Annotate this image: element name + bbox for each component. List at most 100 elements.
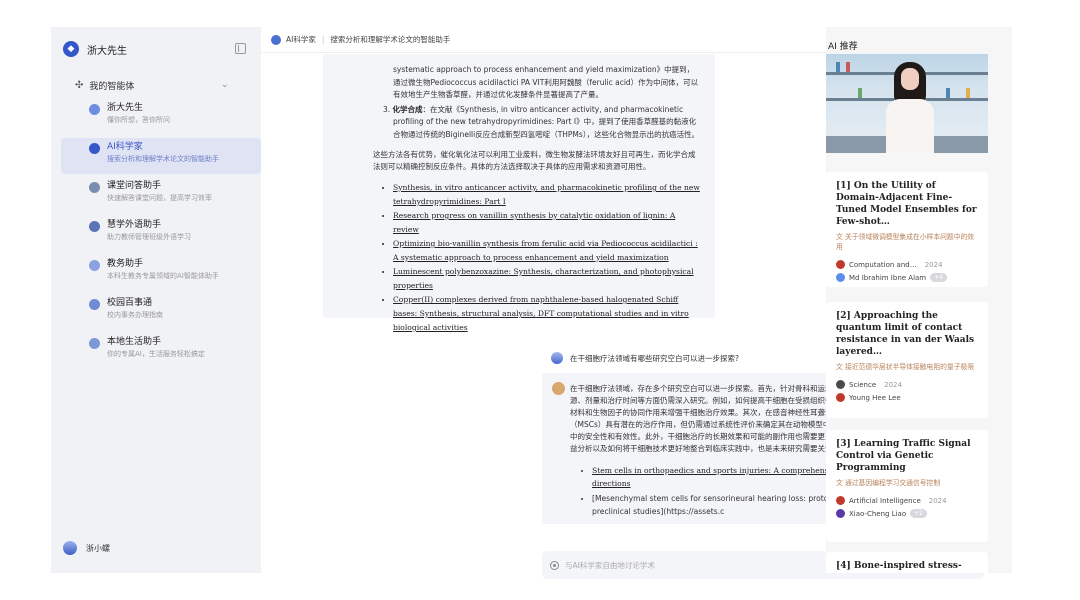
agent-subtitle: 你的专属AI，生活服务轻松搞定 <box>107 350 205 358</box>
translate-icon: 文 <box>836 233 843 241</box>
agent-subtitle: 懂你所想，答你所问 <box>107 116 170 124</box>
agent-title: AI科学家 <box>107 142 143 152</box>
assistant-avatar <box>552 382 565 395</box>
reference-list: Synthesis, in vitro anticancer activity,… <box>323 181 701 335</box>
section-my-agents[interactable]: ✣ 我的智能体 ⌄ <box>51 74 261 96</box>
more-authors-badge[interactable]: +4 <box>930 273 947 282</box>
venue-icon <box>836 496 845 505</box>
translate-icon: 文 <box>836 479 843 487</box>
paper-venue: Science 2024 <box>836 380 978 389</box>
sidebar-item-agent[interactable]: 课堂问答助手快速解答课堂问题，提高学习效率 <box>61 177 261 213</box>
agent-icon <box>89 182 100 193</box>
agent-subtitle: 快速解答课堂问题，提高学习效率 <box>107 194 212 202</box>
paper-summary: 文 关于领域微调模型集成在小样本问题中的效用 <box>836 233 975 251</box>
answer-bubble-1: systematic approach to process enhanceme… <box>323 54 715 332</box>
breadcrumb-agent[interactable]: AI科学家 <box>286 34 316 45</box>
agent-subtitle: 校内事务办理指南 <box>107 311 163 319</box>
author-icon <box>836 509 845 518</box>
brand-logo-icon: ◆ <box>63 41 79 57</box>
agent-subtitle: 本科生教务专属领域的AI智能体助手 <box>107 272 219 280</box>
agent-title: 教务助手 <box>107 259 144 269</box>
agent-list: 浙大先生 懂你所想，答你所问 AI科学家 搜索分析和理解学术论文的智能助手 课堂问答助手… <box>51 99 261 369</box>
agent-title: 本地生活助手 <box>107 337 162 347</box>
reference-list-2: Stem cells in orthopaedics and sports in… <box>570 464 826 518</box>
paper-title[interactable]: [1] On the Utility of Domain-Adjacent Fi… <box>836 180 978 228</box>
paper-venue: Computation and… 2024 <box>836 260 978 269</box>
user-profile[interactable]: 浙小螺 <box>63 541 110 555</box>
method-item: systematic approach to process enhanceme… <box>393 65 699 99</box>
paper-card[interactable]: [4] Bone-inspired stress- <box>826 552 988 573</box>
reference-link[interactable]: Synthesis, in vitro anticancer activity,… <box>393 183 700 206</box>
sidebar-item-agent[interactable]: 本地生活助手你的专属AI，生活服务轻松搞定 <box>61 333 261 369</box>
paper-title[interactable]: [3] Learning Traffic Signal Control via … <box>836 438 978 474</box>
paper-title[interactable]: [4] Bone-inspired stress- <box>836 560 978 572</box>
paper-author: Young Hee Lee <box>836 393 978 402</box>
paper-author: Xiao-Cheng Liao +2 <box>836 509 978 518</box>
user-question: 在干细胞疗法领域有哪些研究空白可以进一步探索? <box>551 352 739 364</box>
more-authors-badge[interactable]: +2 <box>910 509 927 518</box>
agent-icon <box>89 221 100 232</box>
reference-link[interactable]: [Mesenchymal stem cells for sensorineura… <box>592 494 826 516</box>
paper-card[interactable]: [2] Approaching the quantum limit of con… <box>826 302 988 418</box>
agent-icon <box>89 143 100 154</box>
chat-scroll-area[interactable]: systematic approach to process enhanceme… <box>261 54 826 524</box>
breadcrumb-separator: | <box>321 35 325 44</box>
translate-icon: 文 <box>836 363 843 371</box>
paper-card[interactable]: [1] On the Utility of Domain-Adjacent Fi… <box>826 172 988 287</box>
author-icon <box>836 393 845 402</box>
paper-venue: Artificial Intelligence 2024 <box>836 496 978 505</box>
summary-text: 这些方法各有优势，催化氧化法可以利用工业废料，微生物发酵法环境友好且可再生，而化… <box>373 150 696 171</box>
reference-item: [Mesenchymal stem cells for sensorineura… <box>592 492 826 518</box>
agent-subtitle: 助力教师管理班级外语学习 <box>107 233 191 241</box>
paper-card[interactable]: [3] Learning Traffic Signal Control via … <box>826 430 988 542</box>
avatar <box>63 541 77 555</box>
user-avatar <box>551 352 563 364</box>
reference-item: Luminescent polybenzoxazine: Synthesis, … <box>393 265 701 293</box>
collapse-sidebar-icon[interactable] <box>235 43 246 54</box>
reference-item: Research progress on vanillin synthesis … <box>393 209 701 237</box>
sidebar-item-agent[interactable]: 校园百事通校内事务办理指南 <box>61 294 261 330</box>
paper-summary: 文 接近范德华层状半导体接触电阻的量子极限 <box>836 363 975 371</box>
chevron-down-icon[interactable]: ⌄ <box>221 80 229 90</box>
sidebar-item-agent[interactable]: 浙大先生懂你所想，答你所问 <box>61 99 261 135</box>
agent-title: 慧学外语助手 <box>107 220 162 230</box>
agent-icon <box>89 338 100 349</box>
paper-summary: 文 通过基因编程学习交通信号控制 <box>836 479 941 487</box>
section-label: 我的智能体 <box>89 81 135 92</box>
user-name: 浙小螺 <box>86 543 110 553</box>
agent-title: 浙大先生 <box>107 103 144 113</box>
sidebar-item-agent[interactable]: 教务助手本科生教务专属领域的AI智能体助手 <box>61 255 261 291</box>
sidebar-item-agent[interactable]: 慧学外语助手助力教师管理班级外语学习 <box>61 216 261 252</box>
reference-item: Synthesis, in vitro anticancer activity,… <box>393 181 701 209</box>
brand-header: ◆ 浙大先生 <box>51 27 261 71</box>
paper-title[interactable]: [2] Approaching the quantum limit of con… <box>836 310 978 358</box>
question-text: 在干细胞疗法领域有哪些研究空白可以进一步探索? <box>570 353 739 363</box>
reference-item: Optimizing bio-vanillin synthesis from f… <box>393 237 701 265</box>
answer-text: 在干细胞疗法领域，存在多个研究空白可以进一步探索。首先，针对骨科和运动损伤，干细… <box>570 384 826 453</box>
reference-link[interactable]: Research progress on vanillin synthesis … <box>393 211 675 234</box>
method-list: systematic approach to process enhanceme… <box>323 64 701 141</box>
reference-link[interactable]: Copper(II) complexes derived from naphth… <box>393 295 689 332</box>
agent-subtitle: 搜索分析和理解学术论文的智能助手 <box>107 155 219 163</box>
reference-link[interactable]: Luminescent polybenzoxazine: Synthesis, … <box>393 267 694 290</box>
breadcrumb: AI科学家 | 搜索分析和理解学术论文的智能助手 <box>261 27 826 53</box>
method-item: 3. 化学合成：在文献《Synthesis, in vitro anticanc… <box>383 104 700 139</box>
video-thumbnail[interactable] <box>826 54 988 153</box>
agent-title: 课堂问答助手 <box>107 181 162 191</box>
agent-icon <box>89 260 100 271</box>
answer-bubble-2: 在干细胞疗法领域，存在多个研究空白可以进一步探索。首先，针对骨科和运动损伤，干细… <box>542 373 826 524</box>
reference-link[interactable]: Optimizing bio-vanillin synthesis from f… <box>393 239 698 262</box>
author-icon <box>836 273 845 282</box>
venue-icon <box>836 380 845 389</box>
venue-icon <box>836 260 845 269</box>
brand-name: 浙大先生 <box>87 45 127 57</box>
sidebar-item-agent[interactable]: AI科学家搜索分析和理解学术论文的智能助手 <box>61 138 261 174</box>
agent-icon <box>89 299 100 310</box>
app-window: ◆ 浙大先生 ✣ 我的智能体 ⌄ 浙大先生 懂你所想，答你所问 AI科学家 搜索分析和… <box>51 27 1012 579</box>
reference-item: Copper(II) complexes derived from naphth… <box>393 293 701 335</box>
breadcrumb-desc: 搜索分析和理解学术论文的智能助手 <box>330 35 451 44</box>
plus-icon[interactable] <box>550 560 559 570</box>
agents-icon: ✣ <box>75 79 84 91</box>
reference-link[interactable]: Stem cells in orthopaedics and sports in… <box>592 466 826 488</box>
agent-title: 校园百事通 <box>107 298 153 308</box>
